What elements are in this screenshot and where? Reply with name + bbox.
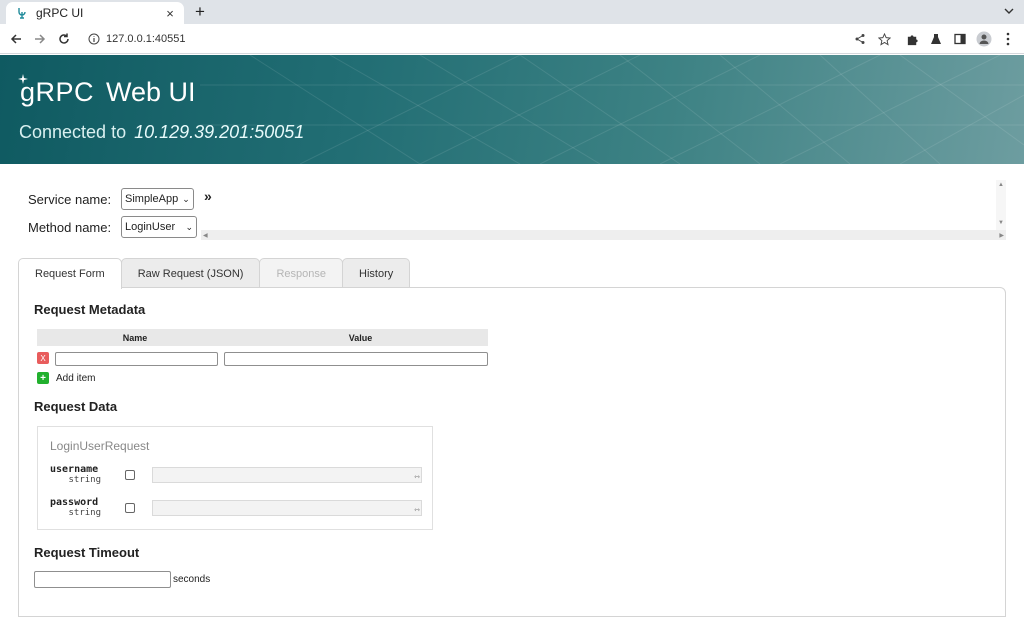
add-item-label[interactable]: Add item	[56, 373, 95, 384]
form-tabs: Request Form Raw Request (JSON) Response…	[18, 258, 411, 289]
request-data-heading: Request Data	[34, 399, 118, 414]
metadata-value-input[interactable]	[224, 352, 488, 366]
browser-toolbar: 127.0.0.1:40551	[0, 24, 1024, 54]
grpc-favicon-icon	[16, 7, 28, 19]
web-ui-title: Web UI	[106, 77, 196, 107]
chevron-down-icon: ⌄	[185, 221, 193, 232]
connected-address: 10.129.39.201:50051	[134, 122, 305, 142]
tab-request-form[interactable]: Request Form	[18, 258, 122, 289]
password-field-type: string	[68, 508, 101, 518]
browser-tab-title: gRPC UI	[36, 6, 84, 20]
url-text[interactable]: 127.0.0.1:40551	[106, 33, 186, 45]
scroll-down-arrow-icon[interactable]: ▼	[998, 220, 1004, 226]
password-input[interactable]: ⇿	[152, 500, 422, 516]
timeout-input[interactable]	[34, 571, 171, 588]
resize-grip-icon[interactable]: ⇿	[414, 507, 420, 514]
username-field-name: username	[50, 464, 99, 475]
password-field-name: password	[50, 497, 99, 508]
request-form-panel: Request Metadata Name Value X + Add item…	[18, 287, 1006, 617]
scroll-right-arrow-icon[interactable]: ▶	[999, 232, 1004, 239]
service-select-value: SimpleApp	[125, 193, 179, 205]
forward-arrow-icon[interactable]	[28, 27, 52, 51]
browser-tab[interactable]: gRPC UI ×	[6, 2, 184, 24]
browser-tab-strip: gRPC UI × +	[0, 0, 1024, 24]
timeout-unit-label: seconds	[173, 574, 211, 585]
extensions-puzzle-icon[interactable]	[900, 27, 924, 51]
metadata-name-input[interactable]	[55, 352, 218, 366]
username-input[interactable]: ⇿	[152, 467, 422, 483]
vertical-scrollbar[interactable]: ▲ ▼	[996, 180, 1006, 232]
metadata-name-header: Name	[122, 332, 148, 343]
method-name-label: Method name:	[28, 219, 112, 235]
method-select-value: LoginUser	[125, 221, 176, 233]
method-select[interactable]: LoginUser ⌄	[121, 216, 197, 238]
connected-label: Connected to	[19, 122, 127, 142]
browser-menu-icon[interactable]	[996, 27, 1020, 51]
tab-response[interactable]: Response	[259, 258, 344, 288]
labs-flask-icon[interactable]	[924, 27, 948, 51]
request-metadata-heading: Request Metadata	[34, 302, 146, 317]
remove-metadata-button[interactable]: X	[37, 352, 49, 364]
profile-avatar-icon[interactable]	[972, 27, 996, 51]
tab-history[interactable]: History	[342, 258, 411, 288]
scroll-up-arrow-icon[interactable]: ▲	[998, 182, 1004, 188]
password-checkbox[interactable]	[125, 503, 135, 513]
tab-search-chevron-icon[interactable]	[1002, 4, 1016, 18]
expand-toggle-button[interactable]: »	[204, 188, 212, 204]
request-timeout-heading: Request Timeout	[34, 545, 140, 560]
service-select[interactable]: SimpleApp ⌄	[121, 188, 194, 210]
metadata-table-header: Name Value	[37, 329, 488, 346]
bookmark-star-icon[interactable]	[872, 27, 896, 51]
chevron-down-icon: ⌄	[182, 193, 190, 204]
service-name-label: Service name:	[28, 191, 112, 207]
site-info-icon[interactable]	[88, 33, 100, 45]
side-panel-icon[interactable]	[948, 27, 972, 51]
app-header-banner: gRPC Web UI Connected to 10.129.39.201:5…	[0, 55, 1024, 164]
metadata-value-header: Value	[348, 332, 373, 343]
address-bar[interactable]: 127.0.0.1:40551	[88, 33, 186, 45]
message-type-name: LoginUserRequest	[50, 439, 150, 453]
resize-grip-icon[interactable]: ⇿	[414, 474, 420, 481]
new-tab-button[interactable]: +	[192, 3, 208, 21]
tab-close-icon[interactable]: ×	[162, 6, 178, 21]
service-method-panel: Service name: SimpleApp ⌄ » Method name:…	[18, 180, 1006, 240]
username-checkbox[interactable]	[125, 470, 135, 480]
back-arrow-icon[interactable]	[4, 27, 28, 51]
grpc-logo-text: gRPC	[20, 77, 95, 107]
username-field-type: string	[68, 475, 101, 485]
share-icon[interactable]	[848, 27, 872, 51]
horizontal-scrollbar[interactable]: ◀ ▶	[201, 230, 1006, 240]
add-metadata-button[interactable]: +	[37, 372, 49, 384]
tab-raw-request[interactable]: Raw Request (JSON)	[120, 258, 261, 288]
scroll-left-arrow-icon[interactable]: ◀	[203, 232, 208, 239]
reload-icon[interactable]	[52, 27, 76, 51]
request-message-box: LoginUserRequest username string ⇿ passw…	[37, 426, 433, 530]
banner-pattern	[200, 55, 1024, 164]
